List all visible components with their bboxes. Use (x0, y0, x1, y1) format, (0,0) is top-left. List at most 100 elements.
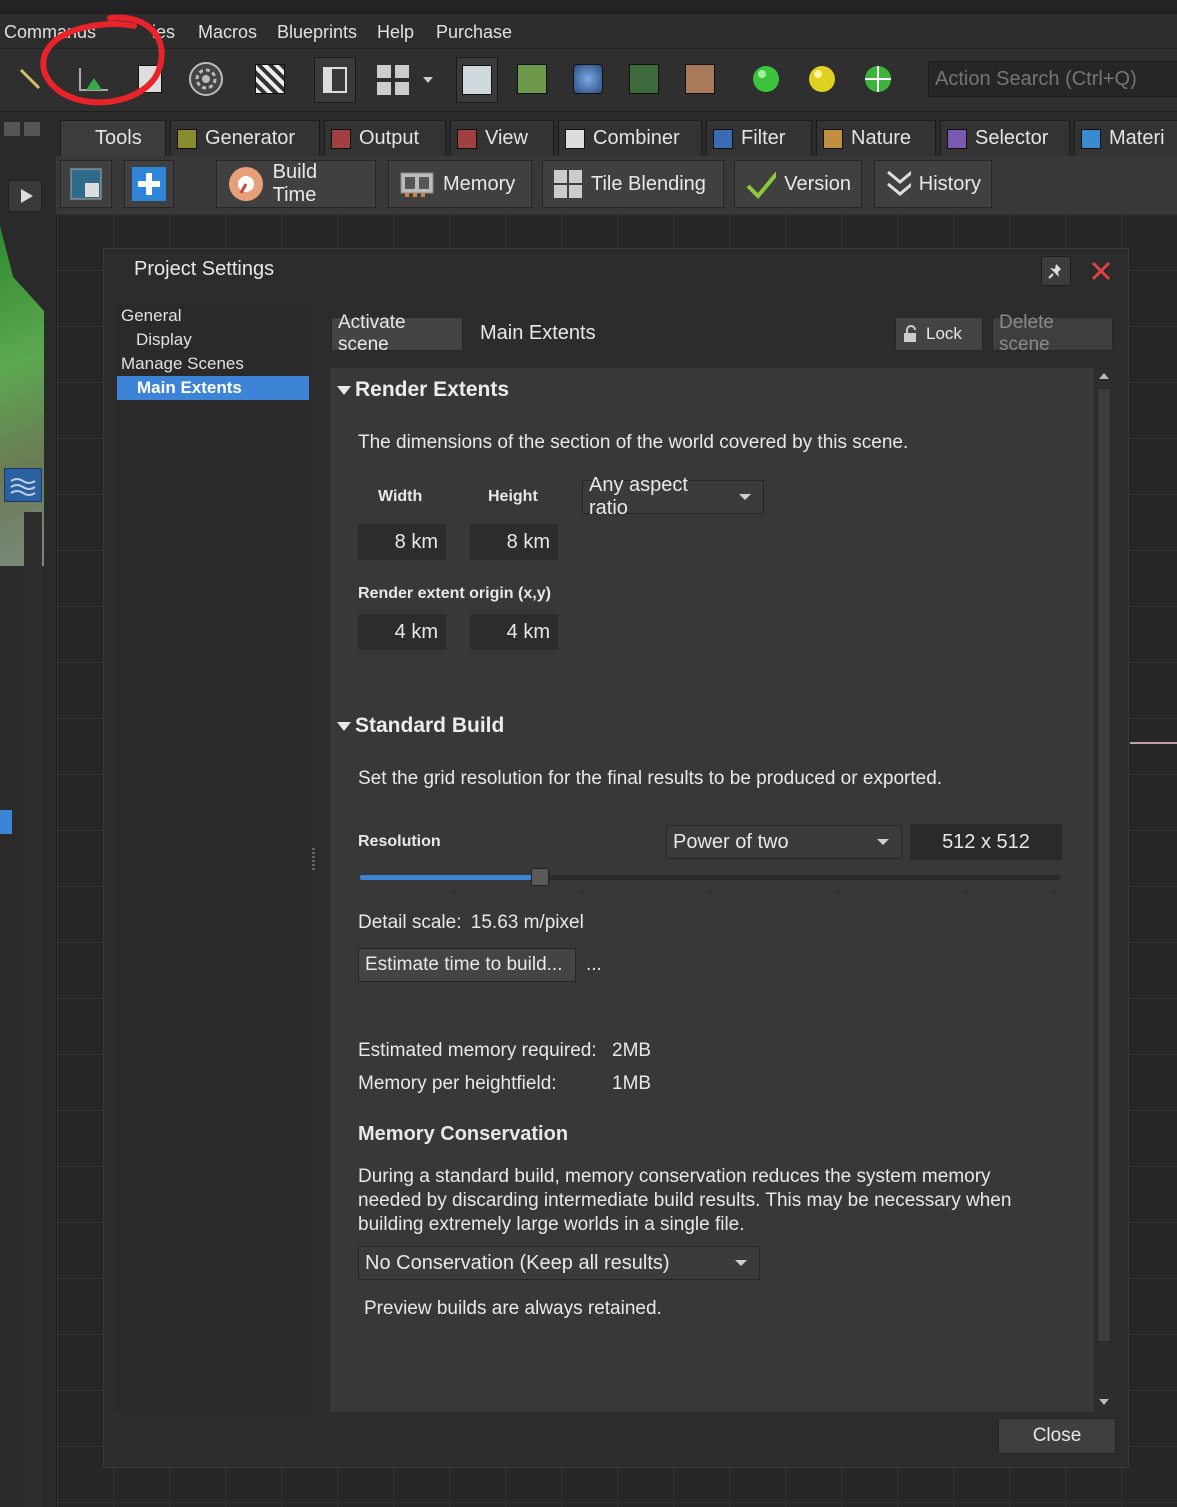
gear-icon[interactable] (186, 57, 226, 101)
delete-scene-button[interactable]: Delete scene (992, 312, 1113, 355)
width-label: Width (378, 488, 423, 505)
standard-build-description: Set the grid resolution for the final re… (358, 768, 943, 789)
grid-layout-icon[interactable] (372, 57, 436, 101)
texture-icon[interactable] (680, 57, 720, 101)
aspect-ratio-dropdown[interactable]: Any aspect ratio (582, 474, 764, 519)
scroll-down-icon[interactable] (1098, 1398, 1110, 1406)
restore-icon[interactable] (4, 122, 20, 136)
scroll-up-icon[interactable] (1098, 372, 1110, 380)
filter-icon (713, 128, 733, 149)
render-extents-description: The dimensions of the section of the wor… (358, 432, 909, 453)
splitter-handle[interactable] (312, 848, 315, 872)
collapse-triangle-icon (337, 721, 351, 731)
menu-purchase[interactable]: Purchase (436, 22, 512, 43)
nav-display[interactable]: Display (136, 328, 192, 352)
memory-button[interactable]: Memory (388, 160, 532, 208)
sub-toolbar: Build Time Memory Tile Blending Version … (56, 156, 1177, 215)
wand-icon (67, 129, 87, 149)
action-search-input[interactable] (928, 61, 1177, 97)
globe-grid-icon[interactable] (858, 57, 898, 101)
origin-y-field[interactable]: 4 km (470, 614, 558, 650)
tab-bar: Tools Generator Output View Combiner Fil… (56, 112, 1177, 156)
width-field[interactable]: 8 km (358, 524, 446, 560)
tab-output[interactable]: Output (324, 120, 446, 156)
view-icon (457, 128, 477, 149)
resolution-slider-handle[interactable] (530, 868, 549, 886)
slider-tick (709, 889, 711, 893)
left-scrollbar[interactable] (24, 512, 42, 1507)
perspective-icon[interactable] (624, 57, 664, 101)
heightfield-icon[interactable] (512, 57, 552, 101)
memory-icon (400, 172, 434, 197)
origin-label: Render extent origin (x,y) (358, 585, 551, 602)
standard-build-header[interactable]: Standard Build (337, 714, 504, 738)
estimate-time-button[interactable]: Estimate time to build... (358, 948, 576, 982)
dialog-close-button[interactable] (1088, 256, 1114, 286)
menu-help[interactable]: Help (377, 22, 414, 43)
add-scene-button[interactable] (124, 160, 174, 208)
slider-tick (837, 889, 839, 893)
slider-tick (581, 889, 583, 893)
tab-generator[interactable]: Generator (170, 120, 320, 156)
build-time-button[interactable]: Build Time (216, 160, 376, 208)
mem-per-heightfield-label: Memory per heightfield: (358, 1073, 557, 1094)
nav-main-extents[interactable]: Main Extents (117, 376, 309, 400)
lock-button[interactable]: Lock (895, 317, 983, 351)
canvas-connection-line (1130, 742, 1177, 744)
scroll-thumb[interactable] (1097, 388, 1111, 1342)
tab-filter[interactable]: Filter (706, 120, 812, 156)
render-extents-header[interactable]: Render Extents (337, 378, 509, 402)
planet-icon[interactable] (568, 57, 608, 101)
lock-icon (904, 325, 916, 342)
material-icon (1081, 128, 1101, 149)
menu-macros[interactable]: Macros (198, 22, 257, 43)
yellow-sphere-icon[interactable] (802, 57, 842, 101)
title-strip (0, 0, 1177, 14)
tab-view[interactable]: View (450, 120, 554, 156)
tab-material[interactable]: Materi (1074, 120, 1177, 156)
nature-icon (823, 128, 843, 149)
dialog-title: Project Settings (134, 258, 275, 280)
origin-x-field[interactable]: 4 km (358, 614, 446, 650)
tab-nature[interactable]: Nature (816, 120, 936, 156)
chevron-down-icon (735, 1260, 747, 1266)
settings-nav-tree (116, 304, 310, 1412)
history-button[interactable]: History (874, 160, 992, 208)
scene-name: Main Extents (480, 322, 596, 344)
resolution-mode-dropdown[interactable]: Power of two (666, 825, 902, 859)
height-field[interactable]: 8 km (470, 524, 558, 560)
resolution-value: 512 x 512 (910, 824, 1062, 860)
double-chevron-icon (887, 170, 911, 196)
version-button[interactable]: Version (734, 160, 862, 208)
tab-tools[interactable]: Tools (60, 120, 166, 156)
resolution-slider-fill (360, 875, 540, 880)
tab-selector[interactable]: Selector (940, 120, 1070, 156)
nav-general[interactable]: General (121, 304, 181, 328)
nav-manage-scenes[interactable]: Manage Scenes (121, 352, 244, 376)
selector-icon (947, 128, 967, 149)
tab-combiner[interactable]: Combiner (558, 120, 702, 156)
close-button[interactable]: Close (998, 1418, 1116, 1454)
activate-scene-button[interactable]: Activate scene (331, 312, 463, 355)
panel-layout-icon[interactable] (314, 57, 356, 103)
memory-conservation-description: During a standard build, memory conserva… (358, 1166, 1012, 1235)
stopwatch-icon (229, 167, 263, 201)
menu-blueprints[interactable]: Blueprints (277, 22, 357, 43)
tile-blending-icon (554, 170, 582, 198)
water-icon[interactable] (4, 468, 42, 502)
scene-icon-button[interactable] (60, 160, 112, 208)
tile-blending-button[interactable]: Tile Blending (542, 160, 724, 208)
left-panel (0, 112, 57, 1507)
slider-tick (965, 889, 967, 893)
noise-icon[interactable] (250, 57, 290, 101)
pin-button[interactable] (1041, 256, 1071, 286)
detail-scale: Detail scale: 15.63 m/pixel (358, 912, 584, 933)
mem-required-value: 2MB (612, 1040, 652, 1061)
green-sphere-icon[interactable] (746, 57, 786, 101)
play-icon[interactable] (8, 180, 42, 212)
close-icon[interactable] (24, 122, 40, 136)
node-graph-icon[interactable] (456, 57, 498, 103)
mem-required-label: Estimated memory required: (358, 1040, 597, 1061)
height-label: Height (488, 488, 538, 505)
memory-conservation-dropdown[interactable]: No Conservation (Keep all results) (358, 1246, 760, 1280)
